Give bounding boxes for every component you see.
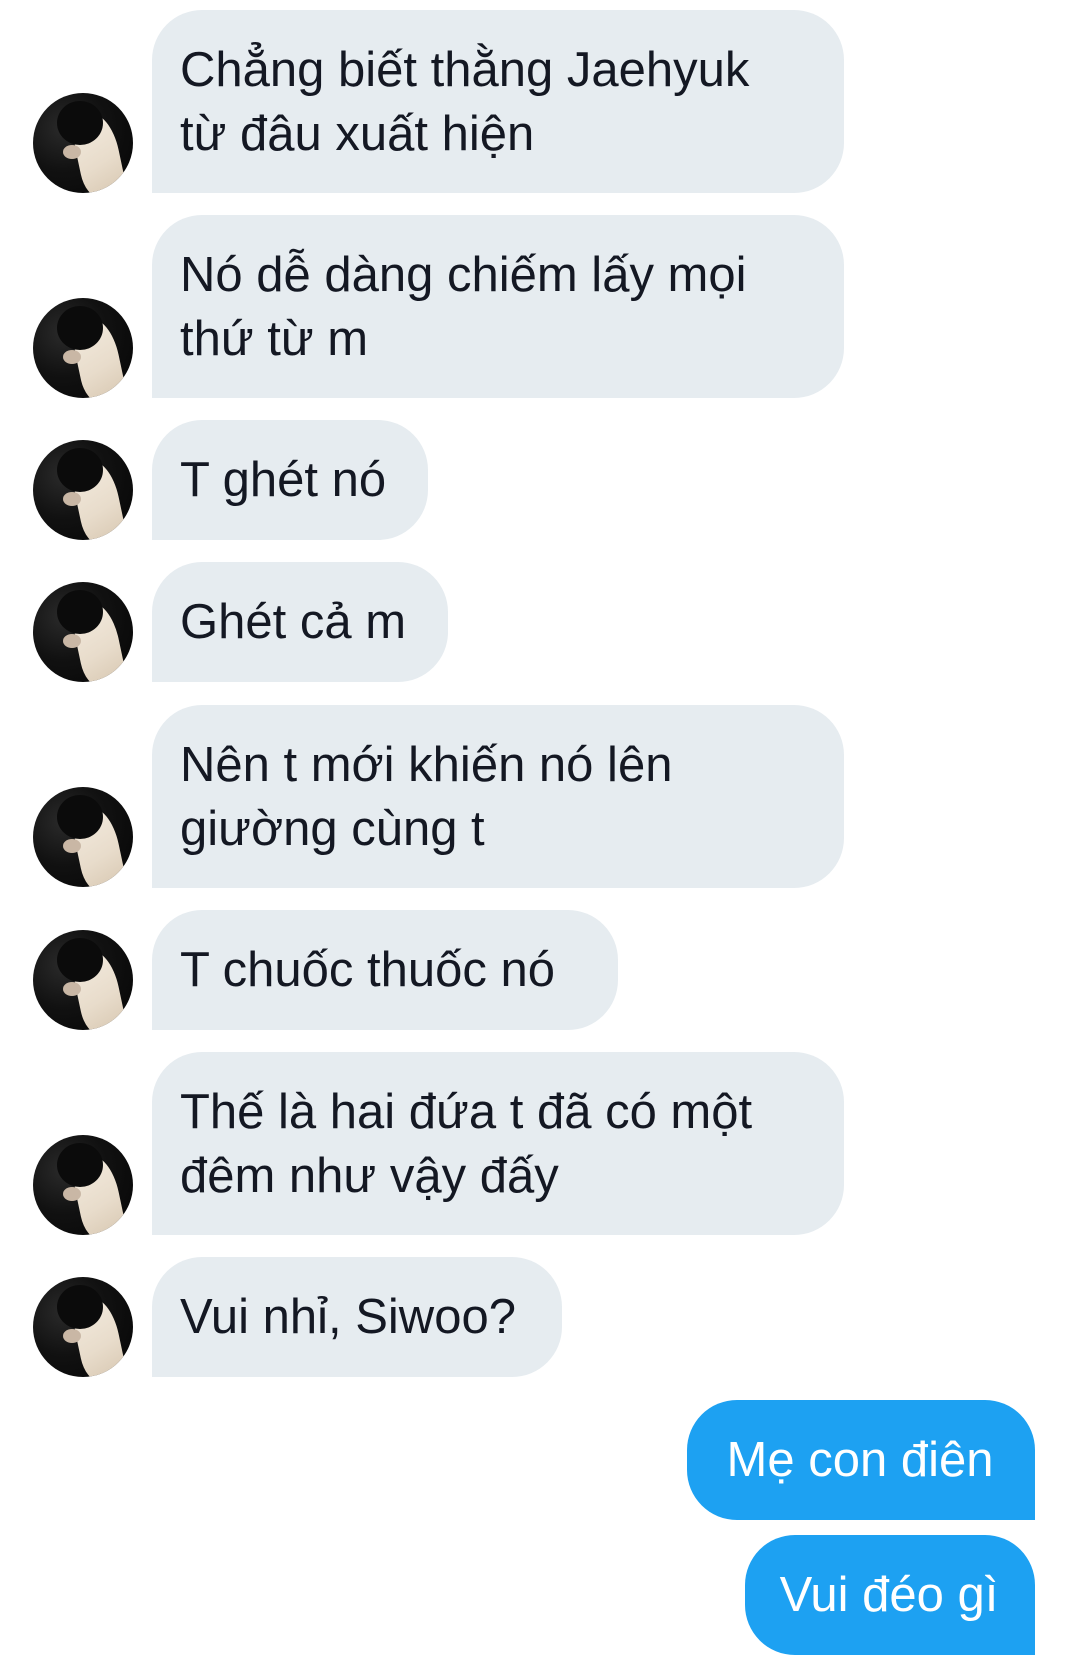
sender-avatar[interactable] [33, 1135, 133, 1235]
sender-avatar[interactable] [33, 440, 133, 540]
incoming-message[interactable]: Nên t mới khiến nó lên giường cùng t [152, 705, 844, 888]
incoming-message[interactable]: Chẳng biết thằng Jaehyuk từ đâu xuất hiệ… [152, 10, 844, 193]
incoming-message[interactable]: T chuốc thuốc nó [152, 910, 618, 1030]
incoming-message[interactable]: Ghét cả m [152, 562, 448, 682]
incoming-message[interactable]: Vui nhỉ, Siwoo? [152, 1257, 562, 1377]
sender-avatar[interactable] [33, 930, 133, 1030]
sender-avatar[interactable] [33, 582, 133, 682]
incoming-message[interactable]: Nó dễ dàng chiếm lấy mọi thứ từ m [152, 215, 844, 398]
outgoing-message[interactable]: Vui đéo gì [745, 1535, 1035, 1655]
incoming-message[interactable]: T ghét nó [152, 420, 428, 540]
incoming-message[interactable]: Thế là hai đứa t đã có một đêm như vậy đ… [152, 1052, 844, 1235]
sender-avatar[interactable] [33, 93, 133, 193]
sender-avatar[interactable] [33, 1277, 133, 1377]
outgoing-message[interactable]: Mẹ con điên [687, 1400, 1035, 1520]
message-thread: Chẳng biết thằng Jaehyuk từ đâu xuất hiệ… [0, 0, 1080, 1675]
sender-avatar[interactable] [33, 298, 133, 398]
sender-avatar[interactable] [33, 787, 133, 887]
